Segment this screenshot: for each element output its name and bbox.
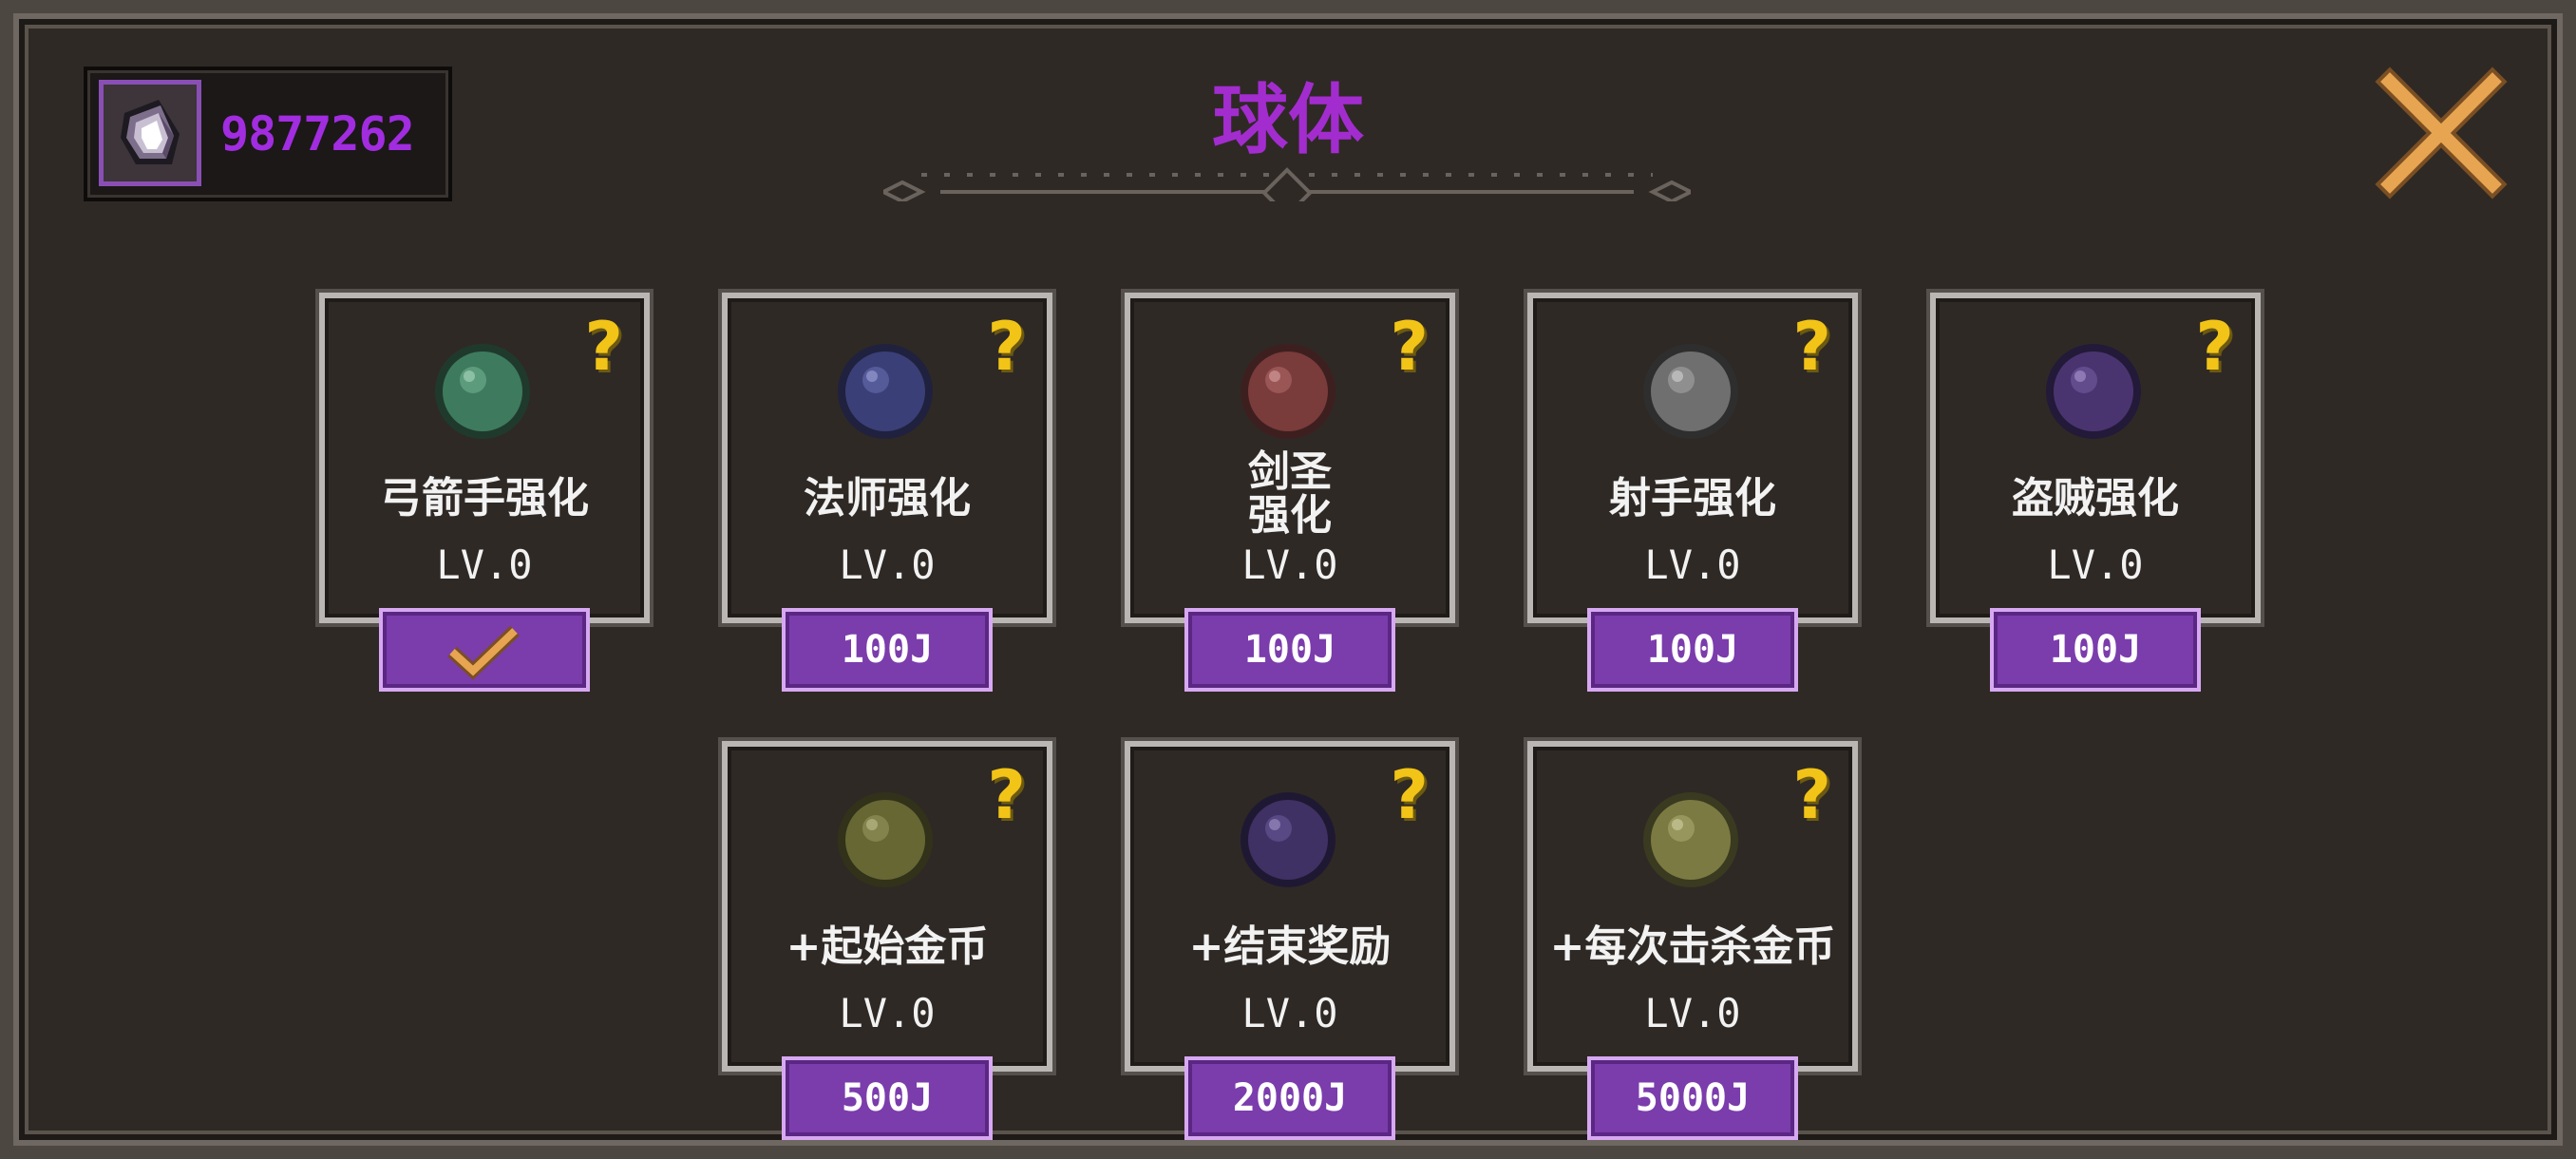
card-title: 法师强化 — [804, 474, 971, 522]
olive-orb-icon — [838, 792, 933, 887]
card-level: LV.0 — [1241, 990, 1338, 1036]
upgrade-card-start-gold[interactable]: ? +起始金币 LV.0 — [722, 741, 1052, 1072]
buy-button[interactable]: 100J — [1587, 608, 1798, 692]
card-level: LV.0 — [2047, 542, 2144, 588]
card-title: +每次击杀金币 — [1549, 922, 1836, 971]
card-title: 射手强化 — [1609, 474, 1776, 522]
red-orb-icon — [1241, 344, 1335, 439]
close-button[interactable] — [2375, 66, 2508, 200]
upgrade-card-mage[interactable]: ? 法师强化 LV.0 — [722, 293, 1052, 623]
card-level: LV.0 — [1644, 990, 1741, 1036]
upgrade-card-archer[interactable]: ? 弓箭手强化 LV.0 — [319, 293, 650, 623]
card-level: LV.0 — [436, 542, 533, 588]
help-icon[interactable]: ? — [1390, 314, 1429, 380]
buy-button[interactable]: 5000J — [1587, 1056, 1798, 1140]
buy-button[interactable]: 100J — [1990, 608, 2201, 692]
check-mark-icon — [447, 625, 520, 680]
card-title-line2: 强化 — [1248, 491, 1332, 540]
help-icon[interactable]: ? — [1792, 762, 1831, 828]
card-title: 剑圣 强化 — [1130, 450, 1449, 538]
card-level: LV.0 — [1241, 542, 1338, 588]
card-title: 弓箭手强化 — [380, 474, 589, 522]
help-icon[interactable]: ? — [1390, 762, 1429, 828]
indigo-orb-icon — [1241, 792, 1335, 887]
buy-button[interactable]: 500J — [782, 1056, 993, 1140]
buy-button[interactable]: 100J — [1184, 608, 1395, 692]
help-icon[interactable]: ? — [2195, 314, 2234, 380]
buy-button[interactable]: 100J — [782, 608, 993, 692]
upgrade-card-end-reward[interactable]: ? +结束奖励 LV.0 — [1125, 741, 1455, 1072]
upgrade-card-kill-gold[interactable]: ? +每次击杀金币 LV.0 — [1527, 741, 1858, 1072]
upgrade-card-shooter[interactable]: ? 射手强化 LV.0 — [1527, 293, 1858, 623]
gray-orb-icon — [1643, 344, 1738, 439]
blue-orb-icon — [838, 344, 933, 439]
help-icon[interactable]: ? — [584, 314, 623, 380]
title-divider — [883, 167, 1691, 201]
purple-orb-icon — [2046, 344, 2141, 439]
buy-button[interactable]: 2000J — [1184, 1056, 1395, 1140]
help-icon[interactable]: ? — [987, 314, 1026, 380]
card-title: +起始金币 — [786, 922, 989, 971]
card-title-line1: 剑圣 — [1248, 447, 1332, 496]
page-title: 球体 — [1212, 76, 1364, 164]
card-title: +结束奖励 — [1188, 922, 1392, 971]
card-title: 盗贼强化 — [2012, 474, 2179, 522]
close-x-icon — [2375, 66, 2508, 200]
help-icon[interactable]: ? — [1792, 314, 1831, 380]
card-level: LV.0 — [839, 542, 936, 588]
card-level: LV.0 — [839, 990, 936, 1036]
green-orb-icon — [435, 344, 530, 439]
upgrade-card-swordmaster[interactable]: ? 剑圣 强化 LV.0 — [1125, 293, 1455, 623]
khaki-orb-icon — [1643, 792, 1738, 887]
card-level: LV.0 — [1644, 542, 1741, 588]
owned-button[interactable] — [379, 608, 590, 692]
upgrade-card-rogue[interactable]: ? 盗贼强化 LV.0 — [1930, 293, 2261, 623]
help-icon[interactable]: ? — [987, 762, 1026, 828]
